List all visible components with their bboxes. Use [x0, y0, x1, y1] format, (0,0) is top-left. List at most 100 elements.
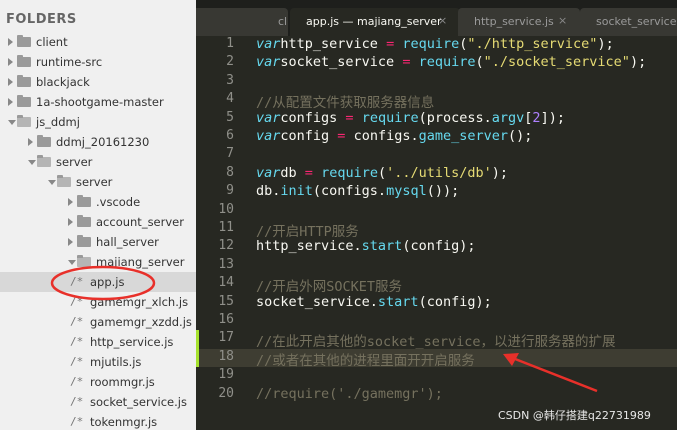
js-file-icon: /* [70, 295, 84, 308]
code-token: start [361, 238, 403, 255]
code-line[interactable]: vardb = require('../utils/db'); [256, 165, 508, 181]
code-token: require [418, 54, 476, 71]
code-line[interactable]: varconfigs = require(process.argv[2]); [256, 110, 565, 126]
code-token: = [345, 109, 354, 126]
code-token: '../utils/db' [386, 164, 492, 181]
file-item[interactable]: /* gamemgr_xzdd.js [0, 312, 196, 332]
code-line[interactable]: //开启外网SOCKET服务 [256, 275, 402, 295]
code-token: init [280, 183, 313, 200]
chevron-down-icon[interactable] [68, 260, 76, 265]
code-line[interactable]: socket_service.start(config); [256, 294, 492, 310]
line-number: 8 [226, 164, 234, 180]
folder-icon [17, 95, 31, 107]
tab-bar: ◀ ▶ clapp.js — majiang_server×http_servi… [196, 0, 677, 36]
file-item[interactable]: /* roommgr.js [0, 372, 196, 392]
folder-item[interactable]: ddmj_20161230 [0, 132, 196, 152]
tree-item-label: app.js [90, 275, 125, 289]
code-token: argv [491, 109, 525, 126]
folder-item[interactable]: 1a-shootgame-master [0, 92, 196, 112]
folder-item[interactable]: server [0, 172, 196, 192]
chevron-right-icon[interactable] [68, 218, 73, 226]
code-token: start [377, 293, 419, 310]
tree-item-label: tokenmgr.js [90, 415, 158, 429]
code-token: 2 [532, 109, 541, 126]
code-token: "./socket_service" [483, 54, 630, 71]
tab-label: socket_service.js [596, 15, 677, 28]
line-number: 12 [218, 238, 234, 254]
code-line[interactable]: varhttp_service = require("./http_servic… [256, 36, 614, 52]
folder-icon [17, 115, 31, 127]
code-line[interactable]: http_service.start(config); [256, 238, 475, 254]
code-token: require [321, 164, 378, 181]
folder-item[interactable]: account_server [0, 212, 196, 232]
js-file-icon: /* [70, 395, 84, 408]
folder-icon [57, 175, 71, 187]
tab-file[interactable]: cl [196, 8, 288, 36]
tree-item-label: socket_service.js [90, 395, 187, 409]
line-number: 6 [226, 128, 234, 143]
code-line[interactable]: //或者在其他的进程里面开开启服务 [256, 349, 475, 369]
code-token: ( [475, 54, 484, 71]
code-line[interactable]: db.init(configs.mysql()); [256, 183, 459, 199]
close-icon[interactable]: × [438, 14, 447, 27]
chevron-right-icon[interactable] [68, 238, 73, 246]
folder-item[interactable]: client [0, 32, 196, 52]
chevron-right-icon[interactable] [28, 138, 33, 146]
code-token: require [402, 36, 460, 52]
js-file-icon: /* [70, 355, 84, 368]
chevron-right-icon[interactable] [8, 58, 13, 66]
code-editor[interactable]: 1 varhttp_service = require("./http_servi… [196, 36, 677, 430]
line-number: 1 [226, 36, 234, 51]
line-number: 18 [218, 348, 234, 364]
code-token: var [256, 128, 281, 144]
file-item[interactable]: /* http_service.js [0, 332, 196, 352]
js-file-icon: /* [70, 415, 84, 428]
file-item[interactable]: /* tokenmgr.js [0, 412, 196, 430]
chevron-right-icon[interactable] [8, 38, 13, 46]
tree-item-label: roommgr.js [90, 375, 155, 389]
file-item[interactable]: /* gamemgr_xlch.js [0, 292, 196, 312]
code-line[interactable]: varconfig = configs.game_server(); [256, 128, 532, 144]
code-line[interactable]: //开启HTTP服务 [256, 220, 359, 240]
folder-item[interactable]: hall_server [0, 232, 196, 252]
code-line[interactable]: //require('./gamemgr'); [256, 386, 443, 402]
line-number: 9 [226, 183, 234, 199]
chevron-down-icon[interactable] [48, 180, 56, 185]
file-item[interactable]: /* socket_service.js [0, 392, 196, 412]
line-number: 17 [218, 330, 234, 346]
chevron-right-icon[interactable] [8, 78, 13, 86]
line-number: 20 [218, 385, 234, 401]
js-file-icon: /* [70, 315, 84, 328]
folder-item[interactable]: majiang_server [0, 252, 196, 272]
tree-item-label: majiang_server [96, 255, 185, 269]
folder-item[interactable]: server [0, 152, 196, 172]
code-line[interactable]: varsocket_service = require("./socket_se… [256, 54, 646, 70]
chevron-down-icon[interactable] [28, 160, 36, 165]
folder-item[interactable]: runtime-src [0, 52, 196, 72]
tree-item-label: blackjack [36, 75, 90, 89]
folder-item[interactable]: .vscode [0, 192, 196, 212]
close-icon[interactable]: × [558, 14, 567, 27]
tab-active[interactable]: app.js — majiang_server × [290, 8, 460, 36]
folder-item[interactable]: js_ddmj [0, 112, 196, 132]
chevron-down-icon[interactable] [8, 120, 16, 125]
code-line[interactable]: //在此开启其他的socket_service，以进行服务器的扩展 [256, 330, 616, 350]
code-line[interactable]: //从配置文件获取服务器信息 [256, 91, 434, 111]
tab-file[interactable]: socket_service.js [580, 8, 677, 36]
tree-item-label: 1a-shootgame-master [36, 95, 164, 109]
tree-item-label: server [76, 175, 113, 189]
code-token: mysql [386, 183, 427, 200]
file-item[interactable]: /* app.js [0, 272, 196, 292]
chevron-right-icon[interactable] [68, 198, 73, 206]
folder-icon [17, 35, 31, 47]
file-item[interactable]: /* mjutils.js [0, 352, 196, 372]
code-token: ( [377, 164, 387, 181]
line-number: 15 [218, 293, 234, 309]
line-number: 3 [226, 72, 234, 88]
line-number: 19 [218, 367, 234, 383]
folder-item[interactable]: blackjack [0, 72, 196, 92]
code-token: game_server [418, 128, 508, 144]
tab-file[interactable]: http_service.js × [458, 8, 580, 36]
chevron-right-icon[interactable] [8, 98, 13, 106]
